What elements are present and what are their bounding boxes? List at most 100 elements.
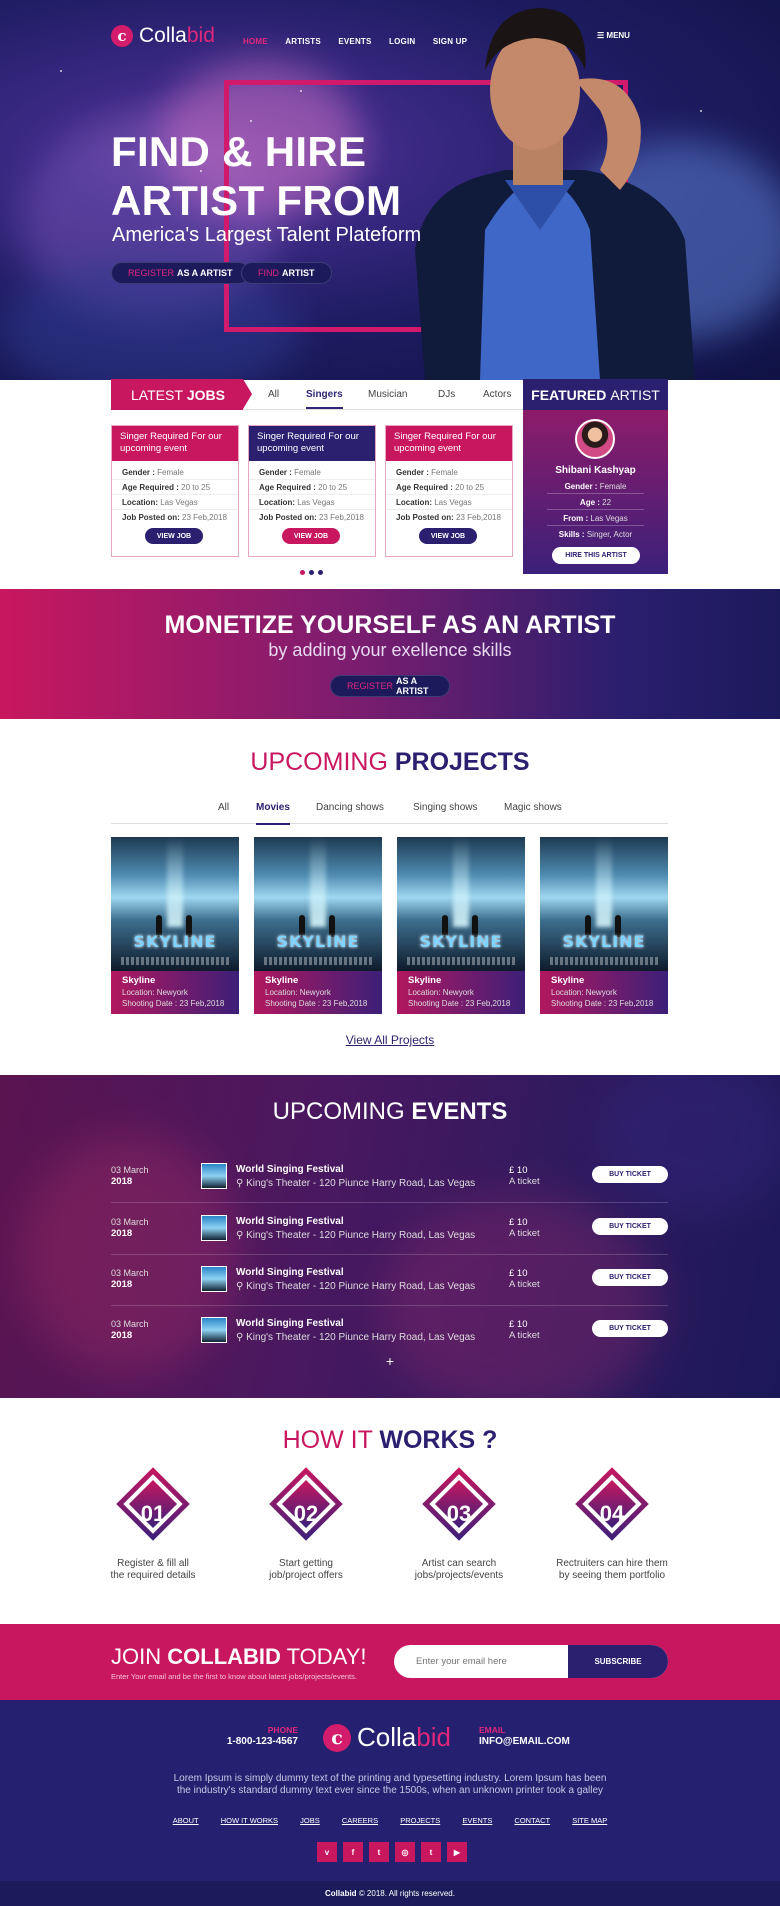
footer-link-jobs[interactable]: JOBS [300,1816,320,1825]
artist-name: Shibani Kashyap [555,465,636,476]
projects-tab-dancing[interactable]: Dancing shows [316,802,384,813]
find-artist-button[interactable]: FIND ARTIST [241,262,332,284]
twitter-icon[interactable]: t [369,1842,389,1862]
tumblr-icon[interactable]: t [421,1842,441,1862]
buy-ticket-button[interactable]: BUY TICKET [592,1218,668,1235]
project-card[interactable]: SKYLINE Skyline Location: Newyork Shooting… [111,837,239,1014]
featured-artist-title: FEATURED ARTIST [523,379,668,410]
subscribe-button[interactable]: SUBSCRIBE [568,1645,668,1678]
featured-artist-panel: FEATURED ARTIST Shibani Kashyap Gender : … [523,379,668,574]
footer-email: EMAIL INFO@EMAIL.COM [479,1725,570,1747]
collabid-logo-icon: c [111,25,133,47]
job-card-title: Singer Required For our upcoming event [249,426,375,461]
buy-ticket-button[interactable]: BUY TICKET [592,1320,668,1337]
project-card[interactable]: SKYLINE Skyline Location: Newyork Shooting… [397,837,525,1014]
join-subtitle: Enter Your email and be the first to kno… [111,1672,357,1681]
event-thumbnail [201,1163,227,1189]
email-input[interactable] [394,1645,569,1678]
brand-name: Collabid [139,24,215,47]
load-more-events-button[interactable]: + [0,1353,780,1369]
youtube-icon[interactable]: ▶ [447,1842,467,1862]
projects-tab-movies[interactable]: Movies [256,802,290,825]
project-name: Skyline [408,975,442,986]
monetize-banner: MONETIZE YOURSELF AS AN ARTIST by adding… [0,589,780,719]
nav-artists[interactable]: ARTISTS [285,37,321,46]
footer-phone: PHONE 1-800-123-4567 [226,1725,298,1747]
carousel-dot[interactable] [318,570,323,575]
footer-link-about[interactable]: ABOUT [173,1816,199,1825]
location-pin-icon: ⚲ [236,1178,244,1189]
view-all-projects-link[interactable]: View All Projects [0,1033,780,1047]
nav-events[interactable]: EVENTS [338,37,371,46]
latest-jobs-bar: LATEST JOBS All Singers Musician DJs Acto… [111,379,523,410]
movie-poster: SKYLINE [111,837,239,971]
footer-link-careers[interactable]: CAREERS [342,1816,378,1825]
hamburger-icon: ☰ [597,31,605,40]
join-title: JOIN COLLABID TODAY! [111,1644,367,1669]
instagram-icon[interactable]: ◎ [395,1842,415,1862]
buy-ticket-button[interactable]: BUY TICKET [592,1166,668,1183]
job-card: Singer Required For our upcoming event G… [248,425,376,557]
menu-button[interactable]: ☰ MENU [597,31,630,40]
event-name: World Singing Festival [236,1318,344,1329]
social-links: v f t ◎ t ▶ [317,1842,467,1862]
event-row: 03 March 2018 World Singing Festival ⚲ Ki… [111,1151,668,1203]
events-title: UPCOMING EVENTS [272,1098,508,1125]
view-job-button[interactable]: VIEW JOB [419,528,477,544]
footer-link-sitemap[interactable]: SITE MAP [572,1816,607,1825]
event-name: World Singing Festival [236,1267,344,1278]
movie-poster: SKYLINE [540,837,668,971]
movie-poster: SKYLINE [254,837,382,971]
jobs-tab-actors[interactable]: Actors [483,379,511,410]
latest-jobs-title: LATEST JOBS [111,379,252,410]
buy-ticket-button[interactable]: BUY TICKET [592,1269,668,1286]
project-name: Skyline [551,975,585,986]
project-name: Skyline [122,975,156,986]
view-job-button[interactable]: VIEW JOB [145,528,203,544]
project-card[interactable]: SKYLINE Skyline Location: Newyork Shooting… [254,837,382,1014]
project-card[interactable]: SKYLINE Skyline Location: Newyork Shooting… [540,837,668,1014]
nav-login[interactable]: LOGIN [389,37,415,46]
job-card-title: Singer Required For our upcoming event [112,426,238,461]
brand-logo[interactable]: c Collabid [111,24,215,48]
view-job-button[interactable]: VIEW JOB [282,528,340,544]
jobs-tab-musician[interactable]: Musician [368,379,407,410]
projects-tabs: All Movies Dancing shows Singing shows M… [111,797,668,825]
nav-signup[interactable]: SIGN UP [433,37,467,46]
footer-links: ABOUT HOW IT WORKS JOBS CAREERS PROJECTS… [0,1816,780,1825]
jobs-tab-all[interactable]: All [268,379,279,410]
footer-link-events[interactable]: EVENTS [462,1816,492,1825]
projects-tab-singing[interactable]: Singing shows [413,802,477,813]
footer-link-contact[interactable]: CONTACT [514,1816,550,1825]
carousel-dot[interactable] [309,570,314,575]
newsletter-form: SUBSCRIBE [394,1645,668,1678]
footer-link-how[interactable]: HOW IT WORKS [221,1816,278,1825]
main-nav: HOME ARTISTS EVENTS LOGIN SIGN UP [243,31,480,49]
projects-tab-magic[interactable]: Magic shows [504,802,562,813]
register-artist-button[interactable]: REGISTER AS A ARTIST [330,675,450,697]
monetize-subtitle: by adding your exellence skills [268,640,512,660]
hero-section: c Collabid HOME ARTISTS EVENTS LOGIN SIG… [0,0,780,380]
footer-logo[interactable]: c Collabid [323,1722,451,1753]
event-row: 03 March 2018 World Singing Festival ⚲ Ki… [111,1254,668,1306]
brand-name: Collabid [357,1722,451,1752]
jobs-tab-djs[interactable]: DJs [438,379,455,410]
movie-poster: SKYLINE [397,837,525,971]
location-pin-icon: ⚲ [236,1230,244,1241]
hire-artist-button[interactable]: HIRE THIS ARTIST [552,547,640,564]
nav-home[interactable]: HOME [243,37,268,46]
location-pin-icon: ⚲ [236,1332,244,1343]
facebook-icon[interactable]: f [343,1842,363,1862]
job-card-title: Singer Required For our upcoming event [386,426,512,461]
jobs-tab-singers[interactable]: Singers [306,379,343,410]
vimeo-icon[interactable]: v [317,1842,337,1862]
event-name: World Singing Festival [236,1216,344,1227]
event-row: 03 March 2018 World Singing Festival ⚲ Ki… [111,1305,668,1357]
carousel-dot[interactable] [300,570,305,575]
collabid-logo-icon: c [323,1723,351,1752]
monetize-title: MONETIZE YOURSELF AS AN ARTIST [164,611,616,639]
projects-tab-all[interactable]: All [218,802,229,813]
register-artist-button[interactable]: REGISTER AS A ARTIST [111,262,250,284]
footer-link-projects[interactable]: PROJECTS [400,1816,440,1825]
event-thumbnail [201,1215,227,1241]
